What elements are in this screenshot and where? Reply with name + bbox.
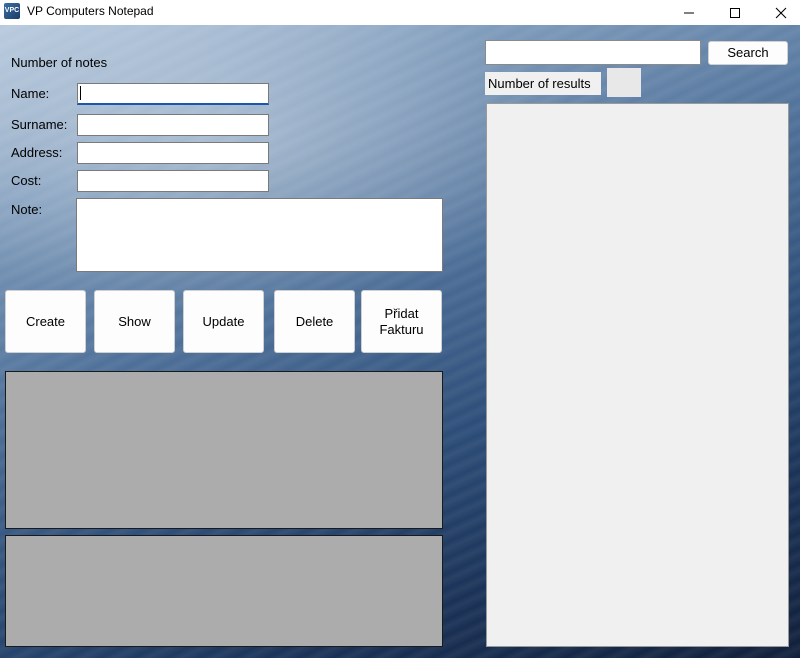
show-button-label: Show	[118, 313, 151, 329]
maximize-button[interactable]	[712, 0, 758, 25]
close-icon	[775, 7, 787, 18]
create-button[interactable]: Create	[5, 290, 86, 353]
notes-list-panel[interactable]	[5, 371, 443, 529]
search-button[interactable]: Search	[708, 41, 788, 65]
search-results-list[interactable]	[486, 103, 789, 647]
address-input[interactable]	[77, 142, 269, 164]
details-panel[interactable]	[5, 535, 443, 647]
results-count-label: Number of results	[485, 72, 601, 95]
main-window-body: Number of notes Name: Surname: Address: …	[0, 25, 800, 658]
close-button[interactable]	[758, 0, 800, 25]
name-label: Name:	[11, 86, 50, 101]
surname-input[interactable]	[77, 114, 269, 136]
surname-label: Surname:	[11, 117, 68, 132]
add-invoice-label-line1: Přidat	[384, 305, 419, 321]
maximize-icon	[730, 7, 740, 18]
search-input[interactable]	[485, 40, 701, 65]
address-label: Address:	[11, 145, 63, 160]
minimize-icon	[684, 12, 694, 13]
delete-button-label: Delete	[295, 313, 334, 329]
update-button[interactable]: Update	[183, 290, 264, 353]
notes-count-label: Number of notes	[11, 55, 108, 70]
show-button[interactable]: Show	[94, 290, 175, 353]
search-button-label: Search	[727, 45, 769, 60]
title-bar: VPC VP Computers Notepad	[0, 0, 800, 25]
note-label: Note:	[11, 202, 43, 217]
text-caret	[80, 86, 81, 100]
create-button-label: Create	[25, 313, 66, 329]
results-count-value	[607, 68, 641, 97]
update-button-label: Update	[202, 313, 245, 329]
minimize-button[interactable]	[666, 0, 712, 25]
cost-input[interactable]	[77, 170, 269, 192]
name-input[interactable]	[77, 83, 269, 105]
add-invoice-label-line2: Fakturu	[379, 321, 424, 337]
app-icon: VPC	[4, 3, 20, 19]
add-invoice-button[interactable]: Přidat Fakturu	[361, 290, 442, 353]
delete-button[interactable]: Delete	[274, 290, 355, 353]
window-title: VP Computers Notepad	[27, 4, 154, 18]
note-textarea[interactable]	[76, 198, 443, 272]
cost-label: Cost:	[11, 173, 42, 188]
